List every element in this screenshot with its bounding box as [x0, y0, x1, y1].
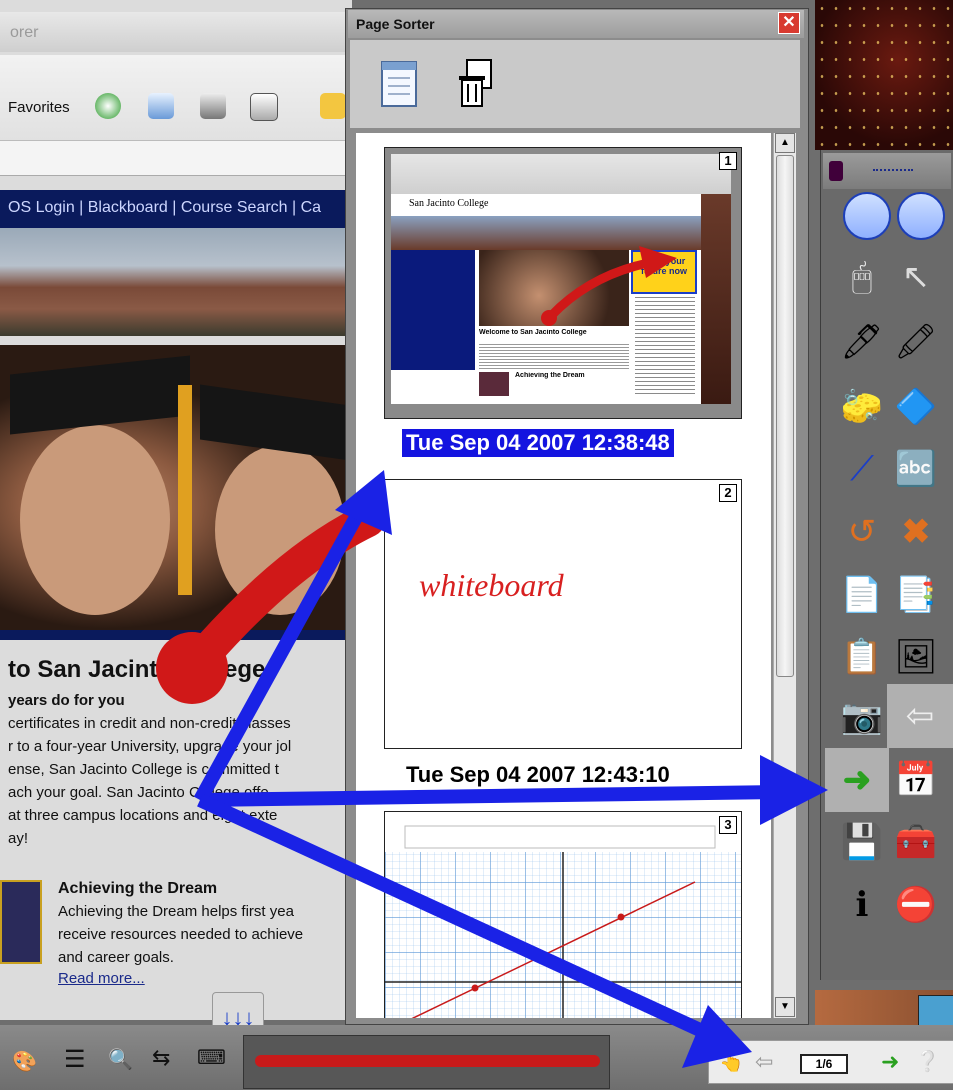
page-number-2: 2: [719, 484, 737, 502]
hand-pointer-icon[interactable]: 👆: [719, 1049, 744, 1074]
campus-photo: [0, 228, 352, 336]
keyboard-icon[interactable]: ⌨: [197, 1045, 226, 1070]
previous-page-arrow-icon[interactable]: ⇦: [887, 684, 953, 748]
edit-icon[interactable]: [250, 93, 278, 121]
paragraph-line: r to a four-year University, upgrade you…: [8, 738, 292, 755]
page-list-icon[interactable]: [380, 60, 420, 110]
page-2-timestamp: Tue Sep 04 2007 12:43:10: [406, 762, 670, 787]
mouse-icon[interactable]: 🖱: [835, 250, 889, 304]
toolbar-grip-icon: [829, 161, 843, 181]
nav-links[interactable]: OS Login | Blackboard | Course Search | …: [8, 199, 321, 217]
graduation-cap-right: [200, 384, 350, 461]
scroll-up-arrow-icon[interactable]: ▲: [775, 133, 795, 153]
transfer-icon[interactable]: ⇆: [152, 1045, 170, 1071]
page-sorter-toolbar: [350, 40, 800, 128]
news-line: Achieving the Dream helps first yea: [58, 903, 294, 920]
capture-icon[interactable]: 🔍: [108, 1047, 133, 1072]
close-icon[interactable]: ✕: [778, 12, 800, 34]
page-1-timestamp: Tue Sep 04 2007 12:38:48: [402, 429, 674, 457]
page-sorter-icon[interactable]: 📅: [889, 753, 943, 807]
browser-address-bar[interactable]: [0, 141, 352, 176]
next-page-arrow-icon[interactable]: ➜: [825, 748, 889, 812]
page-thumbnail-1[interactable]: San Jacinto College Start your future no…: [384, 147, 742, 419]
grid-graph: [385, 825, 741, 1018]
mail-icon[interactable]: [148, 93, 174, 119]
delete-page-icon[interactable]: [455, 58, 495, 110]
save-icon[interactable]: 💾: [835, 815, 889, 869]
paragraph-line: years do for you: [8, 692, 125, 709]
paragraph-line: ach your goal. San Jacinto College offe: [8, 784, 269, 801]
welcome-heading: to San Jacinto College: [8, 656, 266, 683]
graduate-face-right: [215, 445, 345, 615]
folder-icon[interactable]: [320, 93, 346, 119]
toolbar-dots-icon: [873, 169, 913, 175]
read-more-link[interactable]: Read more...: [58, 970, 145, 987]
pen-icon[interactable]: 🖊: [835, 315, 889, 369]
toolbar-handle[interactable]: [823, 153, 951, 189]
page-thumbnail-2[interactable]: whiteboard 2: [384, 479, 742, 749]
help-icon[interactable]: ❔: [915, 1049, 940, 1074]
page-thumbnail-3[interactable]: 3: [384, 811, 742, 1018]
page-sorter-title: Page Sorter: [356, 16, 435, 32]
graduate-face-left: [20, 425, 170, 615]
graduation-cap-left: [10, 355, 190, 435]
shapes-icon[interactable]: 🔷: [889, 380, 943, 434]
news-line: and career goals.: [58, 949, 174, 966]
paragraph-line: ay!: [8, 830, 29, 847]
svg-text:whiteboard: whiteboard: [419, 567, 565, 603]
paragraph-line: certificates in credit and non-credit cl…: [8, 715, 291, 732]
screen-capture-icon[interactable]: 🖼: [889, 630, 943, 684]
whiteboard-handwriting: whiteboard: [419, 567, 565, 603]
delete-x-icon[interactable]: ✖: [889, 505, 943, 559]
exit-icon[interactable]: ⛔: [889, 878, 943, 932]
browser-title-text: orer: [10, 24, 39, 41]
next-arrow-icon[interactable]: ➜: [881, 1049, 899, 1075]
triangle-down-icon[interactable]: [897, 192, 945, 240]
page-thumbnail-list[interactable]: San Jacinto College Start your future no…: [356, 133, 771, 1018]
thumbnail-1-content: San Jacinto College Start your future no…: [391, 154, 731, 404]
eraser-icon[interactable]: 🧽: [835, 380, 889, 434]
paragraph-line: ense, San Jacinto College is committed t: [8, 761, 279, 778]
graduates-photo: [0, 345, 352, 635]
news-thumbnail[interactable]: [0, 880, 42, 964]
palette-icon[interactable]: 🎨: [12, 1049, 37, 1074]
recorder-progress-bar[interactable]: [255, 1055, 600, 1067]
college-nav-bar: OS Login | Blackboard | Course Search | …: [0, 190, 352, 228]
page-indicator: 1/6: [800, 1054, 848, 1074]
scroll-down-arrow-icon[interactable]: ▼: [775, 997, 795, 1017]
line-tool-icon[interactable]: ⟋: [835, 442, 889, 496]
paragraph-line: at three campus locations and eight exte: [8, 807, 278, 824]
previous-arrow-icon[interactable]: ⇦: [755, 1049, 773, 1075]
undo-icon[interactable]: ↺: [835, 505, 889, 559]
page-number-3: 3: [719, 816, 737, 834]
thumbnail-red-annotation: [541, 246, 677, 326]
news-line: receive resources needed to achieve: [58, 926, 304, 943]
page-number-1: 1: [719, 152, 737, 170]
page-sorter-title-bar[interactable]: Page Sorter: [348, 10, 804, 38]
browser-toolbar: Favorites: [0, 55, 352, 141]
minimize-icon[interactable]: [843, 192, 891, 240]
history-icon[interactable]: [95, 93, 121, 119]
smart-tools-toolbar: 🖱 ↖ 🖊 🖍 🧽 🔷 ⟋ 🔤 ↺ ✖ 📄 📑 📋 🖼 📷 ⇦ ➜ 📅 💾 🧰 …: [820, 150, 953, 980]
highlighter-icon[interactable]: 🖍: [889, 315, 943, 369]
copy-page-icon[interactable]: 📑: [889, 568, 943, 622]
favorites-button[interactable]: Favorites: [8, 99, 70, 116]
tools-icon[interactable]: 🧰: [889, 815, 943, 869]
scrollbar-thumb[interactable]: [776, 155, 794, 677]
navy-stripe: [0, 630, 352, 640]
desktop-background-stars: [815, 0, 953, 150]
new-page-icon[interactable]: 📄: [835, 568, 889, 622]
print-icon[interactable]: [200, 93, 226, 119]
camera-icon[interactable]: 📷: [835, 690, 889, 744]
browser-title-bar: orer: [0, 12, 352, 52]
info-icon[interactable]: ℹ: [835, 878, 889, 932]
cap-tassel: [178, 385, 192, 595]
select-arrow-icon[interactable]: ↖: [889, 250, 943, 304]
text-abc-icon[interactable]: 🔤: [889, 442, 943, 496]
background-browser-window: orer Favorites OS Login | Blackboard | C…: [0, 0, 352, 1020]
table-page-icon[interactable]: 📋: [835, 630, 889, 684]
page-list-scrollbar[interactable]: ▲ ▼: [773, 133, 796, 1018]
lines-icon[interactable]: ☰: [64, 1045, 86, 1074]
news-title: Achieving the Dream: [58, 880, 218, 897]
